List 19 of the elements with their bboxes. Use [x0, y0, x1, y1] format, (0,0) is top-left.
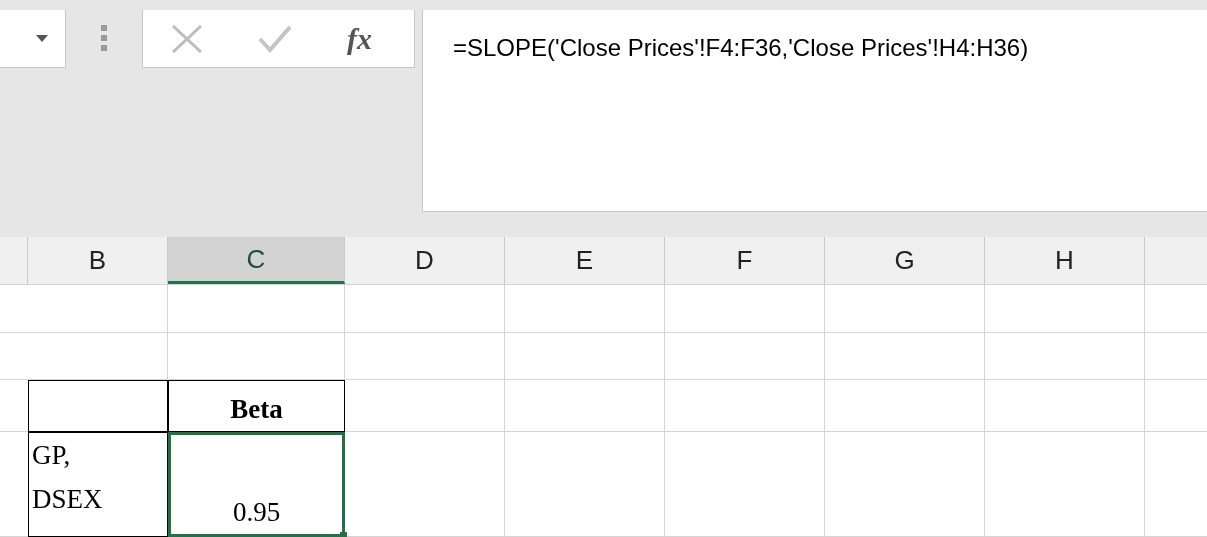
cell[interactable]: Beta	[168, 380, 345, 432]
cell[interactable]	[28, 380, 168, 432]
cancel-icon[interactable]	[171, 24, 203, 53]
fill-handle[interactable]	[340, 532, 347, 537]
cell[interactable]: GP, DSEX	[28, 432, 168, 537]
column-header[interactable]: G	[825, 237, 985, 284]
column-header[interactable]: D	[345, 237, 505, 284]
caret-icon	[36, 35, 48, 42]
column-header[interactable]: H	[985, 237, 1145, 284]
column-header[interactable]: E	[505, 237, 665, 284]
grip-icon[interactable]	[101, 25, 107, 51]
insert-function-button[interactable]: fx	[347, 23, 372, 54]
formula-bar[interactable]: =SLOPE('Close Prices'!F4:F36,'Close Prices'!H4:H36)	[422, 10, 1207, 212]
column-header[interactable]: F	[665, 237, 825, 284]
cell[interactable]: 0.95	[168, 432, 345, 537]
name-box[interactable]	[0, 10, 66, 68]
formula-text: =SLOPE('Close Prices'!F4:F36,'Close Prices'!H4:H36)	[453, 34, 1029, 61]
column-header[interactable]: C	[168, 237, 345, 284]
enter-icon[interactable]	[258, 24, 292, 53]
